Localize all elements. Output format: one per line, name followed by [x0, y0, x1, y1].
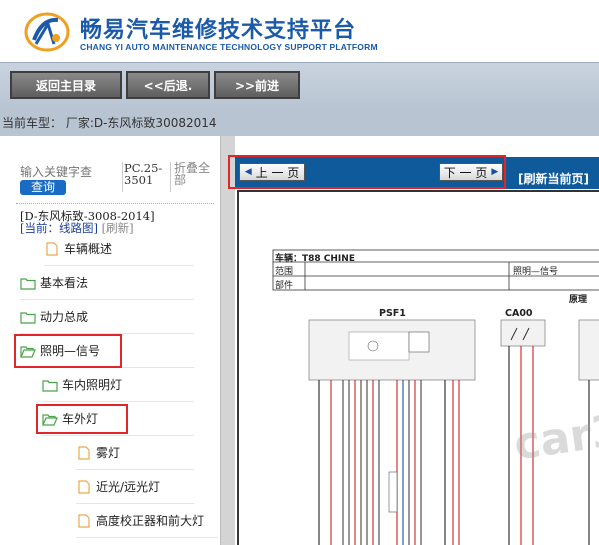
tree-item-label: 近光/远光灯: [96, 480, 161, 494]
tree-item-interior-lights[interactable]: 车内照明灯: [42, 368, 194, 402]
brand-logo-icon: [24, 12, 70, 52]
tree-item-vehicle-overview[interactable]: 车辆概述: [44, 232, 194, 266]
diagram-psf-label: PSF1: [379, 308, 406, 319]
tree-item-label: 车内照明灯: [62, 378, 123, 392]
diagram-principle: 原理: [569, 295, 588, 305]
diagram-part-label: 部件: [275, 281, 294, 291]
tree-item-fog-lights[interactable]: 雾灯: [76, 436, 194, 470]
tree-item-label: 基本看法: [40, 276, 89, 290]
back-button[interactable]: <<后退.: [126, 71, 210, 99]
sidebar-splitter[interactable]: [220, 136, 235, 545]
wiring-diagram-frame: 车辆：T88 CHINE 范围 照明—信号 部件 原理 PSF1 CA00: [237, 190, 599, 545]
file-icon: [78, 479, 90, 494]
highlight-box: [228, 155, 506, 189]
diagram-ca-label: CA00: [505, 308, 533, 319]
wiring-diagram: [272, 249, 599, 545]
tree-item-label: 车辆概述: [64, 242, 113, 256]
highlight-box: [36, 404, 128, 434]
divider: [170, 162, 171, 192]
file-icon: [46, 241, 58, 256]
divider: [122, 162, 123, 192]
tree-item-basic[interactable]: 基本看法: [20, 266, 194, 300]
refresh-page-link[interactable]: [刷新当前页]: [518, 170, 589, 187]
highlight-box: [14, 334, 122, 368]
file-icon: [78, 513, 90, 528]
forward-button[interactable]: >>前进: [214, 71, 300, 99]
collapse-all-link[interactable]: 折叠全部: [174, 162, 216, 186]
diagram-range-label: 范围: [275, 267, 294, 277]
tree-item-height-corrector[interactable]: 高度校正器和前大灯: [76, 504, 218, 538]
tree-item-powertrain[interactable]: 动力总成: [20, 300, 194, 334]
tree-item-label: 高度校正器和前大灯: [96, 514, 205, 528]
tree-item-label: 动力总成: [40, 310, 89, 324]
nav-toolbar: 返回主目录 <<后退. >>前进: [0, 62, 599, 110]
diagram-vehicle: 车辆：T88 CHINE: [275, 254, 355, 264]
pc-code: PC.25-3501: [124, 161, 163, 187]
file-icon: [78, 445, 90, 460]
brand-title: 畅易汽车维修技术支持平台: [80, 18, 357, 43]
home-button[interactable]: 返回主目录: [10, 71, 122, 99]
search-button[interactable]: 查询: [20, 180, 66, 195]
folder-icon: [20, 277, 36, 290]
folder-icon: [20, 311, 36, 324]
brand-subtitle: CHANG YI AUTO MAINTENANCE TECHNOLOGY SUP…: [80, 42, 378, 52]
tree-item-label: 雾灯: [96, 446, 121, 460]
search-input[interactable]: [20, 164, 94, 180]
tree-item-low-high-beam[interactable]: 近光/远光灯: [76, 470, 194, 504]
divider: [16, 203, 214, 204]
current-model-text: 当前车型： 厂家:D-东风标致30082014: [2, 116, 217, 130]
info-bar: 当前车型： 厂家:D-东风标致30082014: [0, 110, 599, 136]
diagram-range-value: 照明—信号: [513, 267, 559, 277]
app-header: 畅易汽车维修技术支持平台 CHANG YI AUTO MAINTENANCE T…: [0, 0, 599, 62]
folder-icon: [42, 379, 58, 392]
